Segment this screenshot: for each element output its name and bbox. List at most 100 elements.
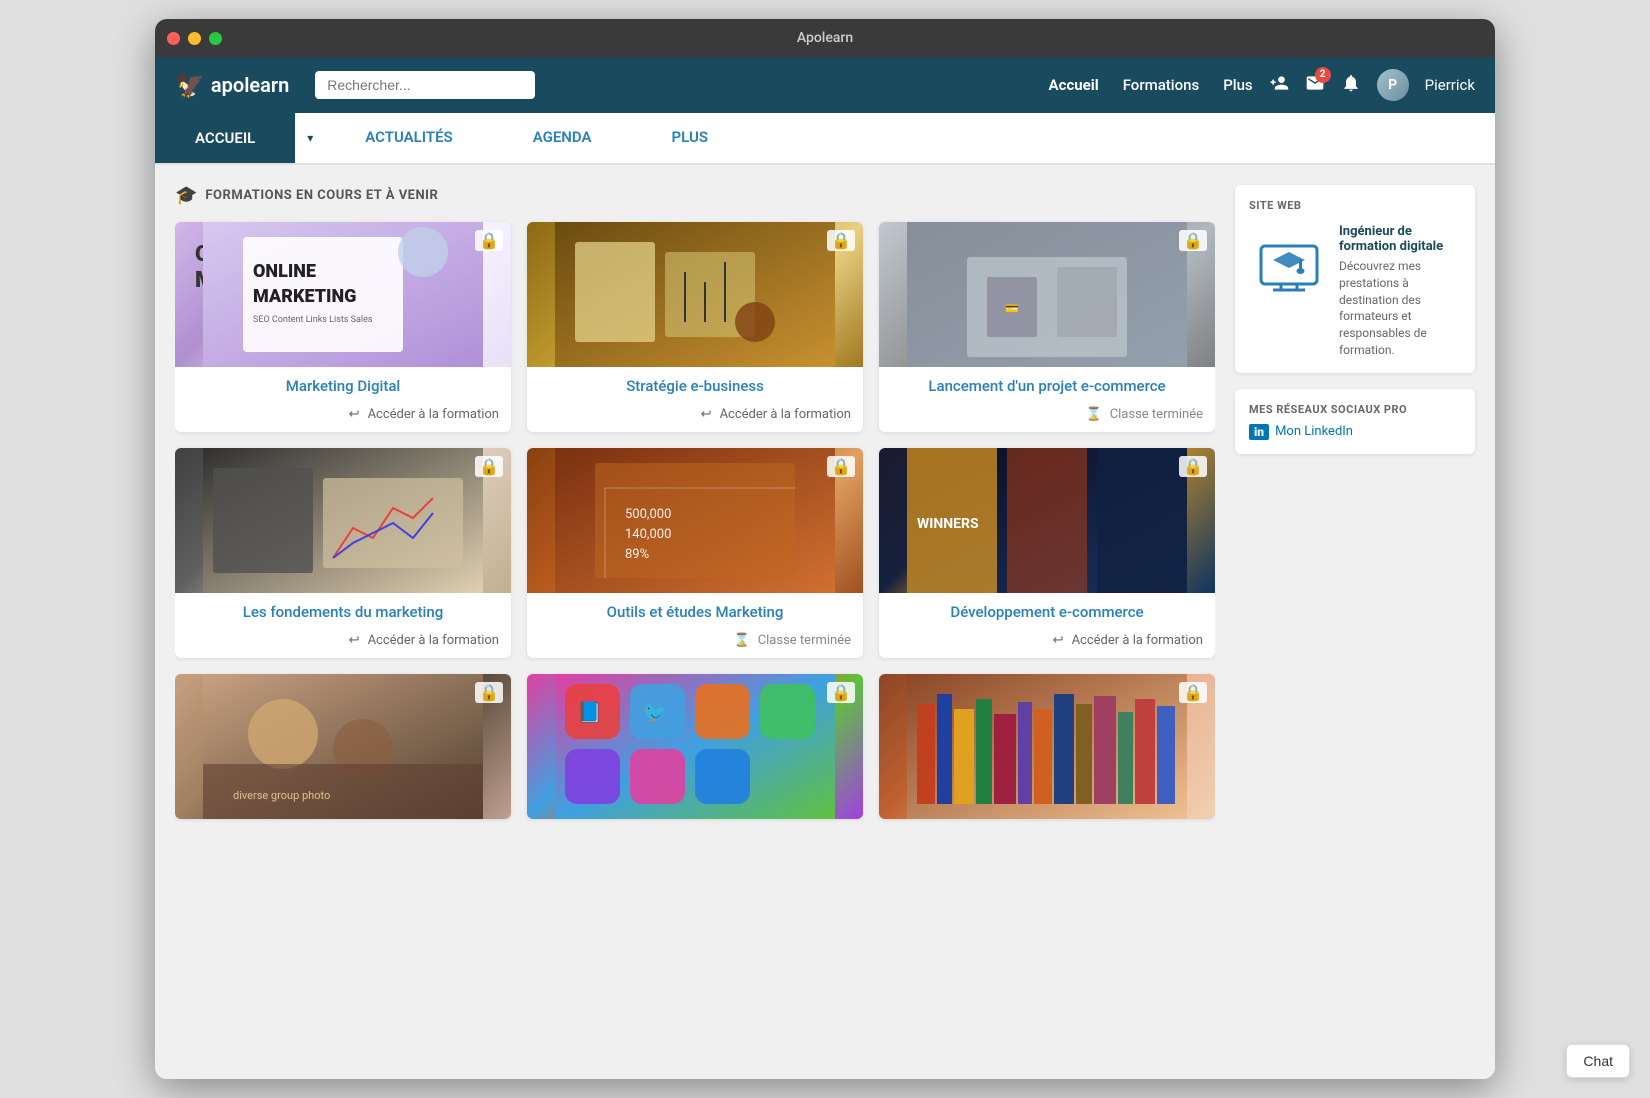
tab-agenda[interactable]: AGENDA [493, 113, 632, 163]
course-card-marketing[interactable]: ONLINE MARKETING SEO Content Links Lists… [175, 222, 511, 432]
svg-text:500,000: 500,000 [625, 507, 671, 522]
nav-icons: 2 P Pierrick [1269, 69, 1475, 101]
course-thumbnail-strategy: 🔒 [527, 222, 863, 367]
svg-text:📘: 📘 [577, 700, 602, 724]
site-web-icon [1249, 224, 1329, 304]
thumb-photo [175, 448, 511, 593]
course-grid: ONLINE MARKETING SEO Content Links Lists… [175, 222, 1215, 819]
main-content: 🎓 FORMATIONS EN COURS ET À VENIR ONLINE [155, 165, 1495, 1079]
lock-icon: 🔒 [827, 230, 855, 251]
course-thumbnail-fondements: 🔒 [175, 448, 511, 593]
minimize-button[interactable] [188, 32, 201, 45]
thumb-photo [527, 222, 863, 367]
nav-link-formations[interactable]: Formations [1123, 76, 1199, 94]
lock-icon: 🔒 [827, 456, 855, 477]
linkedin-label: Mon LinkedIn [1275, 424, 1353, 439]
lock-icon: 🔒 [475, 456, 503, 477]
add-user-icon[interactable] [1269, 73, 1289, 98]
app-window: Apolearn 🦅 apolearn Accueil Formations P… [155, 19, 1495, 1079]
thumb-photo: 500,000 140,000 89% [527, 448, 863, 593]
linkedin-link[interactable]: in Mon LinkedIn [1249, 424, 1461, 440]
tab-plus[interactable]: PLUS [632, 113, 748, 163]
course-card-bottom1[interactable]: diverse group photo 🔒 [175, 674, 511, 819]
site-web-content: Ingénieur de formation digitale Découvre… [1249, 224, 1461, 359]
svg-text:diverse group photo: diverse group photo [233, 789, 330, 802]
search-input[interactable] [315, 71, 535, 99]
course-title-ecommerce: Lancement d'un projet e-commerce [879, 367, 1215, 401]
course-title-marketing: Marketing Digital [175, 367, 511, 401]
lock-icon: 🔒 [475, 230, 503, 251]
navbar: 🦅 apolearn Accueil Formations Plus 2 P P [155, 57, 1495, 113]
avatar[interactable]: P [1377, 69, 1409, 101]
course-thumbnail-dev: WINNERS 🔒 [879, 448, 1215, 593]
maximize-button[interactable] [209, 32, 222, 45]
course-thumbnail-bottom1: diverse group photo 🔒 [175, 674, 511, 819]
svg-text:ONLINE: ONLINE [253, 261, 316, 282]
site-web-heading[interactable]: Ingénieur de formation digitale [1339, 224, 1461, 254]
username-label[interactable]: Pierrick [1425, 76, 1475, 94]
logo-text[interactable]: apolearn [211, 73, 289, 97]
title-bar: Apolearn [155, 19, 1495, 57]
course-card-bottom2[interactable]: 📘 🐦 🔒 [527, 674, 863, 819]
svg-text:🐦: 🐦 [642, 700, 667, 724]
course-thumbnail-bottom2: 📘 🐦 🔒 [527, 674, 863, 819]
content-area: 🎓 FORMATIONS EN COURS ET À VENIR ONLINE [175, 185, 1215, 1079]
sidebar-site-web-title: SITE WEB [1249, 199, 1461, 212]
section-header: 🎓 FORMATIONS EN COURS ET À VENIR [175, 185, 1215, 206]
course-title-strategy: Stratégie e-business [527, 367, 863, 401]
course-card-bottom3[interactable]: 🔒 [879, 674, 1215, 819]
logo-icon: 🦅 [175, 71, 205, 99]
nav-links: Accueil Formations Plus [1049, 76, 1253, 94]
course-title-outils: Outils et études Marketing [527, 593, 863, 627]
course-action-fondements[interactable]: ↩ Accéder à la formation [175, 627, 511, 658]
thumb-photo: ONLINE MARKETING SEO Content Links Lists… [175, 222, 511, 367]
lock-icon: 🔒 [827, 682, 855, 703]
svg-text:WINNERS: WINNERS [917, 516, 979, 532]
lock-icon: 🔒 [1179, 682, 1207, 703]
course-action-dev[interactable]: ↩ Accéder à la formation [879, 627, 1215, 658]
svg-text:MARKETING: MARKETING [253, 286, 356, 307]
nav-link-accueil[interactable]: Accueil [1049, 76, 1099, 94]
messages-icon[interactable]: 2 [1305, 73, 1325, 98]
window-buttons [167, 32, 222, 45]
svg-text:SEO Content Links Lists Sales: SEO Content Links Lists Sales [253, 315, 373, 325]
close-button[interactable] [167, 32, 180, 45]
notifications-icon[interactable] [1341, 73, 1361, 98]
tab-actualites[interactable]: ACTUALITÉS [325, 113, 492, 163]
window-title: Apolearn [797, 30, 853, 46]
course-thumbnail-marketing: ONLINE MARKETING SEO Content Links Lists… [175, 222, 511, 367]
sidebar: SITE WEB [1235, 185, 1475, 1079]
course-card-fondements[interactable]: 🔒 Les fondements du marketing ↩ Accéder … [175, 448, 511, 658]
tab-accueil[interactable]: ACCUEIL [155, 113, 295, 163]
course-thumbnail-bottom3: 🔒 [879, 674, 1215, 819]
nav-link-plus[interactable]: Plus [1223, 76, 1252, 94]
course-action-outils: ⌛ Classe terminée [527, 627, 863, 658]
course-thumbnail-ecommerce: 💳 🔒 [879, 222, 1215, 367]
avatar-image: P [1377, 69, 1409, 101]
linkedin-badge: in [1249, 424, 1269, 440]
course-action-strategy[interactable]: ↩ Accéder à la formation [527, 401, 863, 432]
thumb-photo: 💳 [879, 222, 1215, 367]
course-action-ecommerce: ⌛ Classe terminée [879, 401, 1215, 432]
tab-bar: ACCUEIL ▾ ACTUALITÉS AGENDA PLUS [155, 113, 1495, 165]
site-web-desc: Découvrez mes prestations à destination … [1339, 258, 1461, 359]
svg-text:140,000: 140,000 [625, 527, 671, 542]
course-action-marketing[interactable]: ↩ Accéder à la formation [175, 401, 511, 432]
course-thumbnail-outils: 500,000 140,000 89% 🔒 [527, 448, 863, 593]
thumb-photo: diverse group photo [175, 674, 511, 819]
course-title-fondements: Les fondements du marketing [175, 593, 511, 627]
thumb-photo: WINNERS [879, 448, 1215, 593]
sidebar-site-web-card: SITE WEB [1235, 185, 1475, 373]
tab-dropdown-icon[interactable]: ▾ [295, 113, 325, 163]
lock-icon: 🔒 [1179, 456, 1207, 477]
course-card-outils[interactable]: 500,000 140,000 89% 🔒 Outils et études M… [527, 448, 863, 658]
course-card-ecommerce[interactable]: 💳 🔒 Lancement d'un projet e-commerce ⌛ C… [879, 222, 1215, 432]
thumb-photo [879, 674, 1215, 819]
logo-area: 🦅 apolearn [175, 71, 289, 99]
course-card-strategy[interactable]: 🔒 Stratégie e-business ↩ Accéder à la fo… [527, 222, 863, 432]
course-title-dev: Développement e-commerce [879, 593, 1215, 627]
thumb-photo: 📘 🐦 [527, 674, 863, 819]
site-web-text: Ingénieur de formation digitale Découvre… [1339, 224, 1461, 359]
section-title: FORMATIONS EN COURS ET À VENIR [205, 188, 438, 203]
course-card-dev[interactable]: WINNERS 🔒 Développement e-commerce ↩ Acc… [879, 448, 1215, 658]
